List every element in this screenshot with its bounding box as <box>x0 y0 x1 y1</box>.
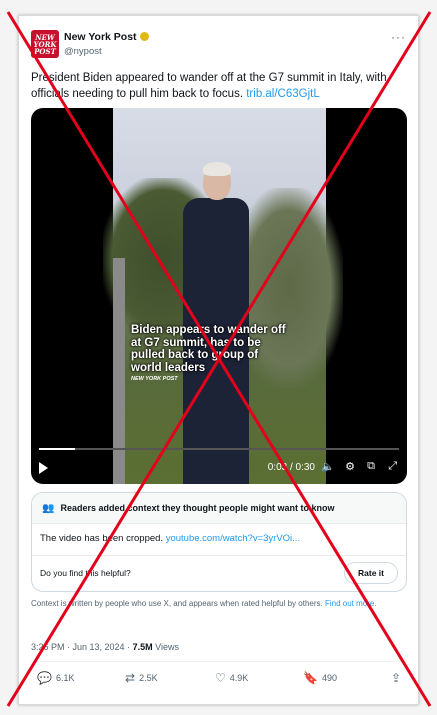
video-caption-source: NEW YORK POST <box>131 376 178 382</box>
heart-icon: ♡ <box>215 671 226 685</box>
views-label: Views <box>155 642 179 652</box>
community-note-text: The video has been cropped. <box>40 533 164 544</box>
bookmark-icon: 🔖 <box>303 671 318 685</box>
like-count: 4.9K <box>229 673 249 683</box>
settings-gear-icon[interactable]: ⚙ <box>345 460 355 473</box>
more-options-icon[interactable]: ··· <box>391 30 406 44</box>
find-out-more-link[interactable]: Find out more. <box>325 599 377 608</box>
video-frame: Biden appears to wander off at G7 summit… <box>103 108 343 484</box>
people-icon: 👥 <box>42 502 55 514</box>
community-note-body: The video has been cropped. youtube.com/… <box>40 533 300 544</box>
picture-in-picture-icon[interactable]: ⧉ <box>367 460 375 473</box>
avatar[interactable]: NEW YORK POST <box>31 30 59 58</box>
community-note-disclaimer: Context is written by people who use X, … <box>31 599 401 609</box>
video-caption: Biden appears to wander off at G7 summit… <box>131 324 286 374</box>
disclaimer-text: Context is written by people who use X, … <box>31 599 323 608</box>
avatar-text: NEW YORK POST <box>33 32 57 56</box>
community-note: 👥 Readers added context they thought peo… <box>31 492 407 592</box>
volume-icon[interactable]: 🔈 <box>321 460 335 473</box>
video-time: 0:03 / 0:30 <box>267 462 315 473</box>
bookmark-button[interactable]: 🔖 490 <box>303 671 337 685</box>
video-progress-fill <box>39 448 75 450</box>
share-icon: ⇪ <box>391 671 402 685</box>
share-button[interactable]: ⇪ <box>391 671 405 685</box>
timestamp[interactable]: 3:26 PM · Jun 13, 2024 · <box>31 642 130 652</box>
reply-button[interactable]: 💬 6.1K <box>37 671 74 685</box>
repost-icon: ⇄ <box>125 671 136 685</box>
repost-count: 2.5K <box>139 673 158 683</box>
hair <box>203 162 231 176</box>
rate-it-button[interactable]: Rate it <box>344 562 398 584</box>
verified-badge-icon <box>139 32 149 41</box>
author-name[interactable]: New York Post <box>64 31 149 43</box>
helpful-question: Do you find this helpful? <box>40 568 131 578</box>
background-person <box>113 258 125 484</box>
author-handle[interactable]: @nypost <box>64 46 102 57</box>
like-button[interactable]: ♡ 4.9K <box>215 671 248 685</box>
repost-button[interactable]: ⇄ 2.5K <box>125 671 158 685</box>
video-player[interactable]: Biden appears to wander off at G7 summit… <box>31 108 407 484</box>
reply-icon: 💬 <box>37 671 52 685</box>
post-header: NEW YORK POST New York Post @nypost ··· <box>31 30 408 70</box>
reply-count: 6.1K <box>55 673 75 683</box>
play-icon[interactable] <box>39 462 48 474</box>
post-link[interactable]: trib.al/C63GjtL <box>246 88 320 100</box>
action-bar: 💬 6.1K ⇄ 2.5K ♡ 4.9K 🔖 490 ⇪ <box>31 671 406 691</box>
community-note-title: Readers added context they thought peopl… <box>60 503 335 513</box>
post-body: President Biden appeared to wander off a… <box>31 72 387 100</box>
community-note-link[interactable]: youtube.com/watch?v=3yrVOi... <box>166 533 300 544</box>
community-note-footer: Do you find this helpful? Rate it <box>32 555 406 591</box>
author-name-text: New York Post <box>64 31 137 43</box>
divider <box>31 661 406 662</box>
post-meta: 3:26 PM · Jun 13, 2024 · 7.5M Views <box>31 642 179 652</box>
community-note-header: 👥 Readers added context they thought peo… <box>32 493 406 524</box>
fullscreen-icon[interactable]: ⤢ <box>388 460 397 473</box>
post-text: President Biden appeared to wander off a… <box>31 70 401 102</box>
post-card: NEW YORK POST New York Post @nypost ··· … <box>18 15 419 705</box>
bookmark-count: 490 <box>321 673 337 683</box>
video-progress-bar[interactable] <box>39 448 399 450</box>
views-count: 7.5M <box>132 642 153 652</box>
